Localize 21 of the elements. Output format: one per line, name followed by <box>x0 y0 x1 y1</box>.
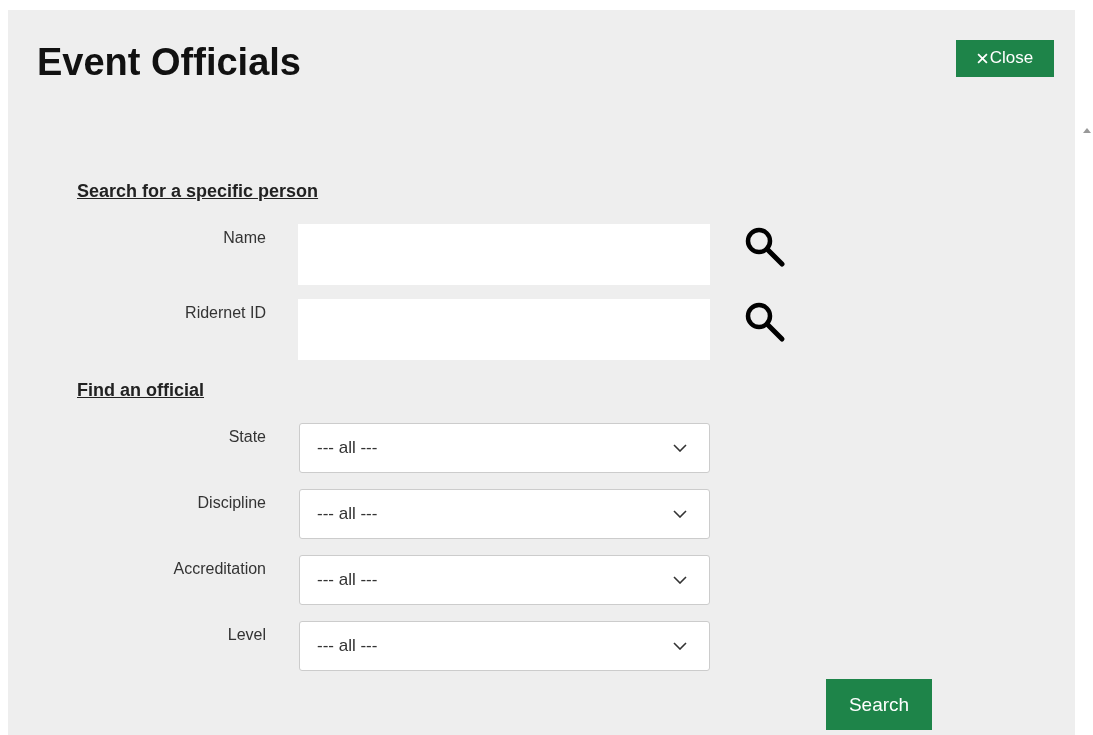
field-label: Accreditation <box>172 559 266 578</box>
scroll-up-icon[interactable] <box>1083 128 1091 133</box>
search-button[interactable]: Search <box>826 679 932 730</box>
chevron-down-icon <box>673 576 687 584</box>
section-heading: Search for a specific person <box>77 181 319 202</box>
dropdown[interactable]: --- all --- <box>299 621 710 671</box>
field-label: Discipline <box>196 493 266 512</box>
dropdown[interactable]: --- all --- <box>299 423 710 473</box>
dropdown[interactable]: --- all --- <box>299 555 710 605</box>
chevron-down-icon <box>673 510 687 518</box>
field-label: Ridernet ID <box>184 303 266 322</box>
field-label: Level <box>226 625 266 644</box>
section-heading: Find an official <box>77 380 204 401</box>
chevron-down-icon <box>673 642 687 650</box>
chevron-down-icon <box>673 444 687 452</box>
page-title: Event Officials <box>37 40 301 84</box>
field-label: State <box>227 427 266 446</box>
dropdown[interactable]: --- all --- <box>299 489 710 539</box>
field-label: Name <box>222 228 266 247</box>
close-button[interactable]: Close <box>956 39 1054 77</box>
close-icon <box>976 52 988 64</box>
